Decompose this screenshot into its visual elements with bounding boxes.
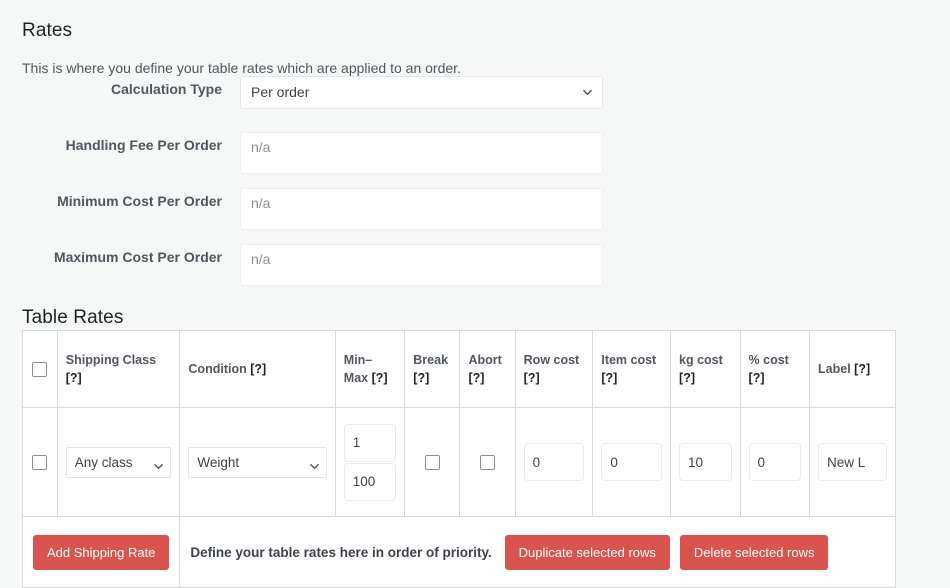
control-maximum-cost [240,244,603,286]
handling-fee-input[interactable] [240,132,603,174]
help-hint-icon[interactable]: [?] [372,371,388,385]
column-min-max: Min–Max [?] [335,331,405,408]
column-abort: Abort [?] [460,331,515,408]
calculation-type-select-wrap: Per order [240,76,603,109]
column-condition: Condition [?] [180,331,335,408]
condition-select-wrap: Weight [188,447,326,478]
help-hint-icon[interactable]: [?] [524,371,540,385]
footer-actions-cell: Define your table rates here in order of… [180,517,896,588]
delete-selected-rows-button[interactable]: Delete selected rows [680,535,829,570]
control-handling-fee [240,132,603,174]
min-input[interactable] [344,424,397,462]
break-checkbox[interactable] [425,455,440,470]
cell-abort [460,408,515,517]
control-minimum-cost [240,188,603,230]
help-hint-icon[interactable]: [?] [250,362,266,376]
duplicate-selected-rows-button[interactable]: Duplicate selected rows [505,535,670,570]
cell-min-max [335,408,405,517]
footer-note: Define your table rates here in order of… [190,545,491,560]
help-hint-icon[interactable]: [?] [854,362,870,376]
calculation-type-select[interactable]: Per order [240,76,603,109]
min-max-group [344,424,397,501]
column-label-min-max: Min–Max [344,353,372,385]
column-label-condition: Condition [188,362,246,376]
help-hint-icon[interactable]: [?] [413,371,429,385]
cell-percent-cost [740,408,810,517]
form-row-minimum-cost: Minimum Cost Per Order [0,188,950,244]
rates-settings-page: Rates This is where you define your tabl… [0,0,950,580]
cell-row-cost [515,408,593,517]
page-title: Rates [22,20,72,43]
row-cost-input[interactable] [524,443,585,481]
help-hint-icon[interactable]: [?] [468,371,484,385]
label-calculation-type: Calculation Type [0,80,222,100]
column-select-all [23,331,58,408]
condition-select[interactable]: Weight [188,447,326,478]
label-minimum-cost-per-order: Minimum Cost Per Order [0,192,222,212]
help-hint-icon[interactable]: [?] [601,371,617,385]
help-hint-icon[interactable]: [?] [679,371,695,385]
add-shipping-rate-button[interactable]: Add Shipping Rate [33,535,169,570]
column-percent-cost: % cost [?] [740,331,810,408]
help-hint-icon[interactable]: [?] [749,371,765,385]
column-row-cost: Row cost [?] [515,331,593,408]
item-cost-input[interactable] [601,443,662,481]
form-row-maximum-cost: Maximum Cost Per Order [0,244,950,300]
table-rates-title: Table Rates [22,307,123,330]
label-input[interactable] [818,443,887,481]
column-label: Label [?] [810,331,896,408]
column-label-item-cost: Item cost [601,353,656,367]
column-shipping-class: Shipping Class [?] [57,331,180,408]
row-select-cell [23,408,58,517]
max-input[interactable] [344,463,397,501]
label-maximum-cost-per-order: Maximum Cost Per Order [0,248,222,268]
label-handling-fee-per-order: Handling Fee Per Order [0,136,222,156]
table-rates-container: Shipping Class [?] Condition [?] Min–Max… [22,330,896,588]
shipping-class-select[interactable]: Any class [66,447,172,478]
cell-condition: Weight [180,408,335,517]
cell-label [810,408,896,517]
cell-item-cost [593,408,671,517]
column-break: Break [?] [405,331,460,408]
column-label-shipping-class: Shipping Class [66,353,156,367]
kg-cost-input[interactable] [679,443,732,481]
table-header-row: Shipping Class [?] Condition [?] Min–Max… [23,331,896,408]
row-select-checkbox[interactable] [32,455,47,470]
cell-shipping-class: Any class [57,408,180,517]
table-row: Any class Weight [23,408,896,517]
table-footer-row: Add Shipping Rate Define your table rate… [23,517,896,588]
rates-form: Calculation Type Per order Handling Fee … [0,76,950,300]
form-row-handling-fee: Handling Fee Per Order [0,132,950,188]
minimum-cost-input[interactable] [240,188,603,230]
control-calculation-type: Per order [240,76,603,109]
footer-actions: Define your table rates here in order of… [190,543,828,559]
table-body: Any class Weight [23,408,896,517]
abort-checkbox[interactable] [480,455,495,470]
footer-add-cell: Add Shipping Rate [23,517,180,588]
maximum-cost-input[interactable] [240,244,603,286]
column-label-break: Break [413,353,448,367]
shipping-class-select-wrap: Any class [66,447,172,478]
select-all-checkbox[interactable] [32,362,47,377]
column-kg-cost: kg cost [?] [671,331,741,408]
table-header: Shipping Class [?] Condition [?] Min–Max… [23,331,896,408]
column-label-kg-cost: kg cost [679,353,723,367]
cell-kg-cost [671,408,741,517]
cell-break [405,408,460,517]
column-label-row-cost: Row cost [524,353,580,367]
percent-cost-input[interactable] [749,443,802,481]
column-label-percent-cost: % cost [749,353,789,367]
table-rates: Shipping Class [?] Condition [?] Min–Max… [22,330,896,588]
help-hint-icon[interactable]: [?] [66,371,82,385]
column-item-cost: Item cost [?] [593,331,671,408]
form-row-calculation-type: Calculation Type Per order [0,76,950,132]
column-label-abort: Abort [468,353,501,367]
table-footer: Add Shipping Rate Define your table rate… [23,517,896,588]
column-label-label: Label [818,362,851,376]
